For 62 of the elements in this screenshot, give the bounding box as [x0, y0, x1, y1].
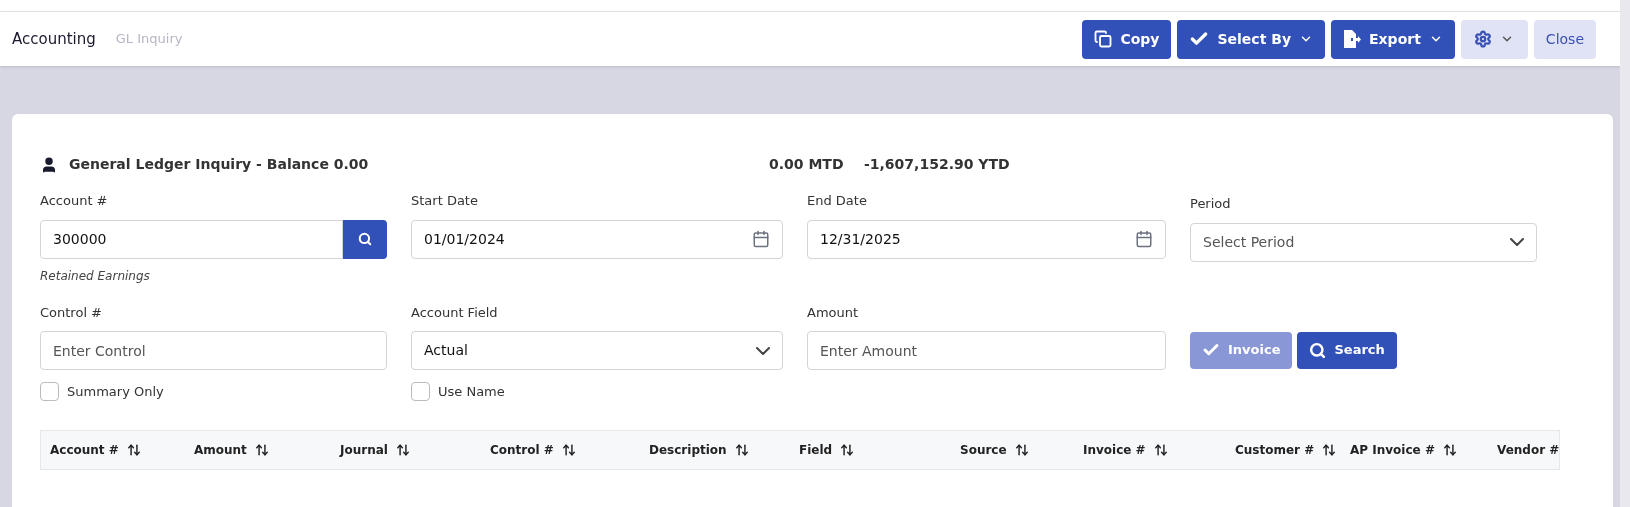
field-label: End Date	[807, 192, 868, 210]
column-header[interactable]: Account #	[50, 440, 141, 459]
chevron-icon	[756, 346, 770, 355]
calendar-icon	[1135, 230, 1153, 248]
field-label: Period	[1190, 195, 1232, 213]
toolbar-button[interactable]: Select By	[1177, 19, 1325, 59]
sort-icon[interactable]	[1322, 442, 1337, 457]
sort-icon[interactable]	[1014, 442, 1029, 457]
toolbar-button[interactable]: Copy	[1082, 19, 1172, 59]
mtd-total: 0.00 MTD	[769, 155, 845, 174]
search-button[interactable]: Search	[1297, 331, 1397, 369]
sort-icon[interactable]	[1153, 442, 1168, 457]
checkbox-label: Use Name	[438, 383, 505, 401]
date-field[interactable]: 12/31/2025	[807, 219, 1166, 259]
settings-button[interactable]	[1460, 19, 1528, 59]
input-field[interactable]: Enter Amount	[807, 331, 1166, 370]
input-field[interactable]: Enter Control	[40, 331, 387, 370]
column-header[interactable]: Control #	[490, 440, 576, 459]
column-header[interactable]: Vendor #	[1497, 440, 1559, 459]
card-title: General Ledger Inquiry - Balance 0.00	[69, 155, 370, 174]
column-header[interactable]: Journal	[340, 440, 410, 459]
column-header[interactable]: AP Invoice #	[1350, 440, 1457, 459]
search-icon	[358, 232, 372, 246]
search-button[interactable]	[343, 219, 387, 259]
column-header[interactable]: Amount	[194, 440, 269, 459]
select-field[interactable]: Select Period	[1190, 222, 1537, 262]
file-export-icon	[1343, 29, 1361, 49]
column-header[interactable]: Source	[960, 440, 1029, 459]
sort-icon[interactable]	[126, 442, 141, 457]
column-header[interactable]: Field	[799, 440, 855, 459]
column-header[interactable]: Invoice #	[1083, 440, 1168, 459]
account-name: Retained Earnings	[40, 267, 151, 285]
checkbox-label: Summary Only	[67, 383, 164, 401]
copy-icon	[1094, 30, 1113, 48]
chevron-icon	[1510, 238, 1524, 246]
sort-icon[interactable]	[734, 442, 749, 457]
user-icon	[40, 155, 58, 174]
field-label: Amount	[807, 303, 860, 322]
sort-icon[interactable]	[395, 442, 410, 457]
field-label: Start Date	[411, 192, 479, 210]
sort-icon[interactable]	[561, 442, 576, 457]
select-field[interactable]: Actual	[411, 331, 783, 370]
field-label: Account Field	[411, 303, 499, 322]
sort-icon[interactable]	[254, 442, 269, 457]
toolbar-button[interactable]: Close	[1533, 19, 1596, 59]
checkbox[interactable]	[40, 382, 59, 402]
page-title: Accounting	[12, 28, 96, 50]
search-icon	[1309, 341, 1327, 359]
checkbox[interactable]	[411, 382, 430, 402]
ytd-total: -1,607,152.90 YTD	[864, 155, 1010, 174]
sort-icon[interactable]	[840, 442, 855, 457]
column-header[interactable]: Customer #	[1235, 440, 1337, 459]
field-label: Account #	[40, 192, 109, 210]
field-label: Control #	[40, 303, 104, 322]
toolbar-button[interactable]: Export	[1331, 19, 1455, 59]
account-field[interactable]: 300000	[40, 219, 343, 259]
breadcrumb: GL Inquiry	[115, 30, 183, 49]
settings-icon	[1474, 30, 1493, 48]
sort-icon[interactable]	[1442, 442, 1457, 457]
calendar-icon	[752, 230, 770, 248]
column-header[interactable]: Description	[649, 440, 749, 459]
date-field[interactable]: 01/01/2024	[411, 219, 783, 259]
